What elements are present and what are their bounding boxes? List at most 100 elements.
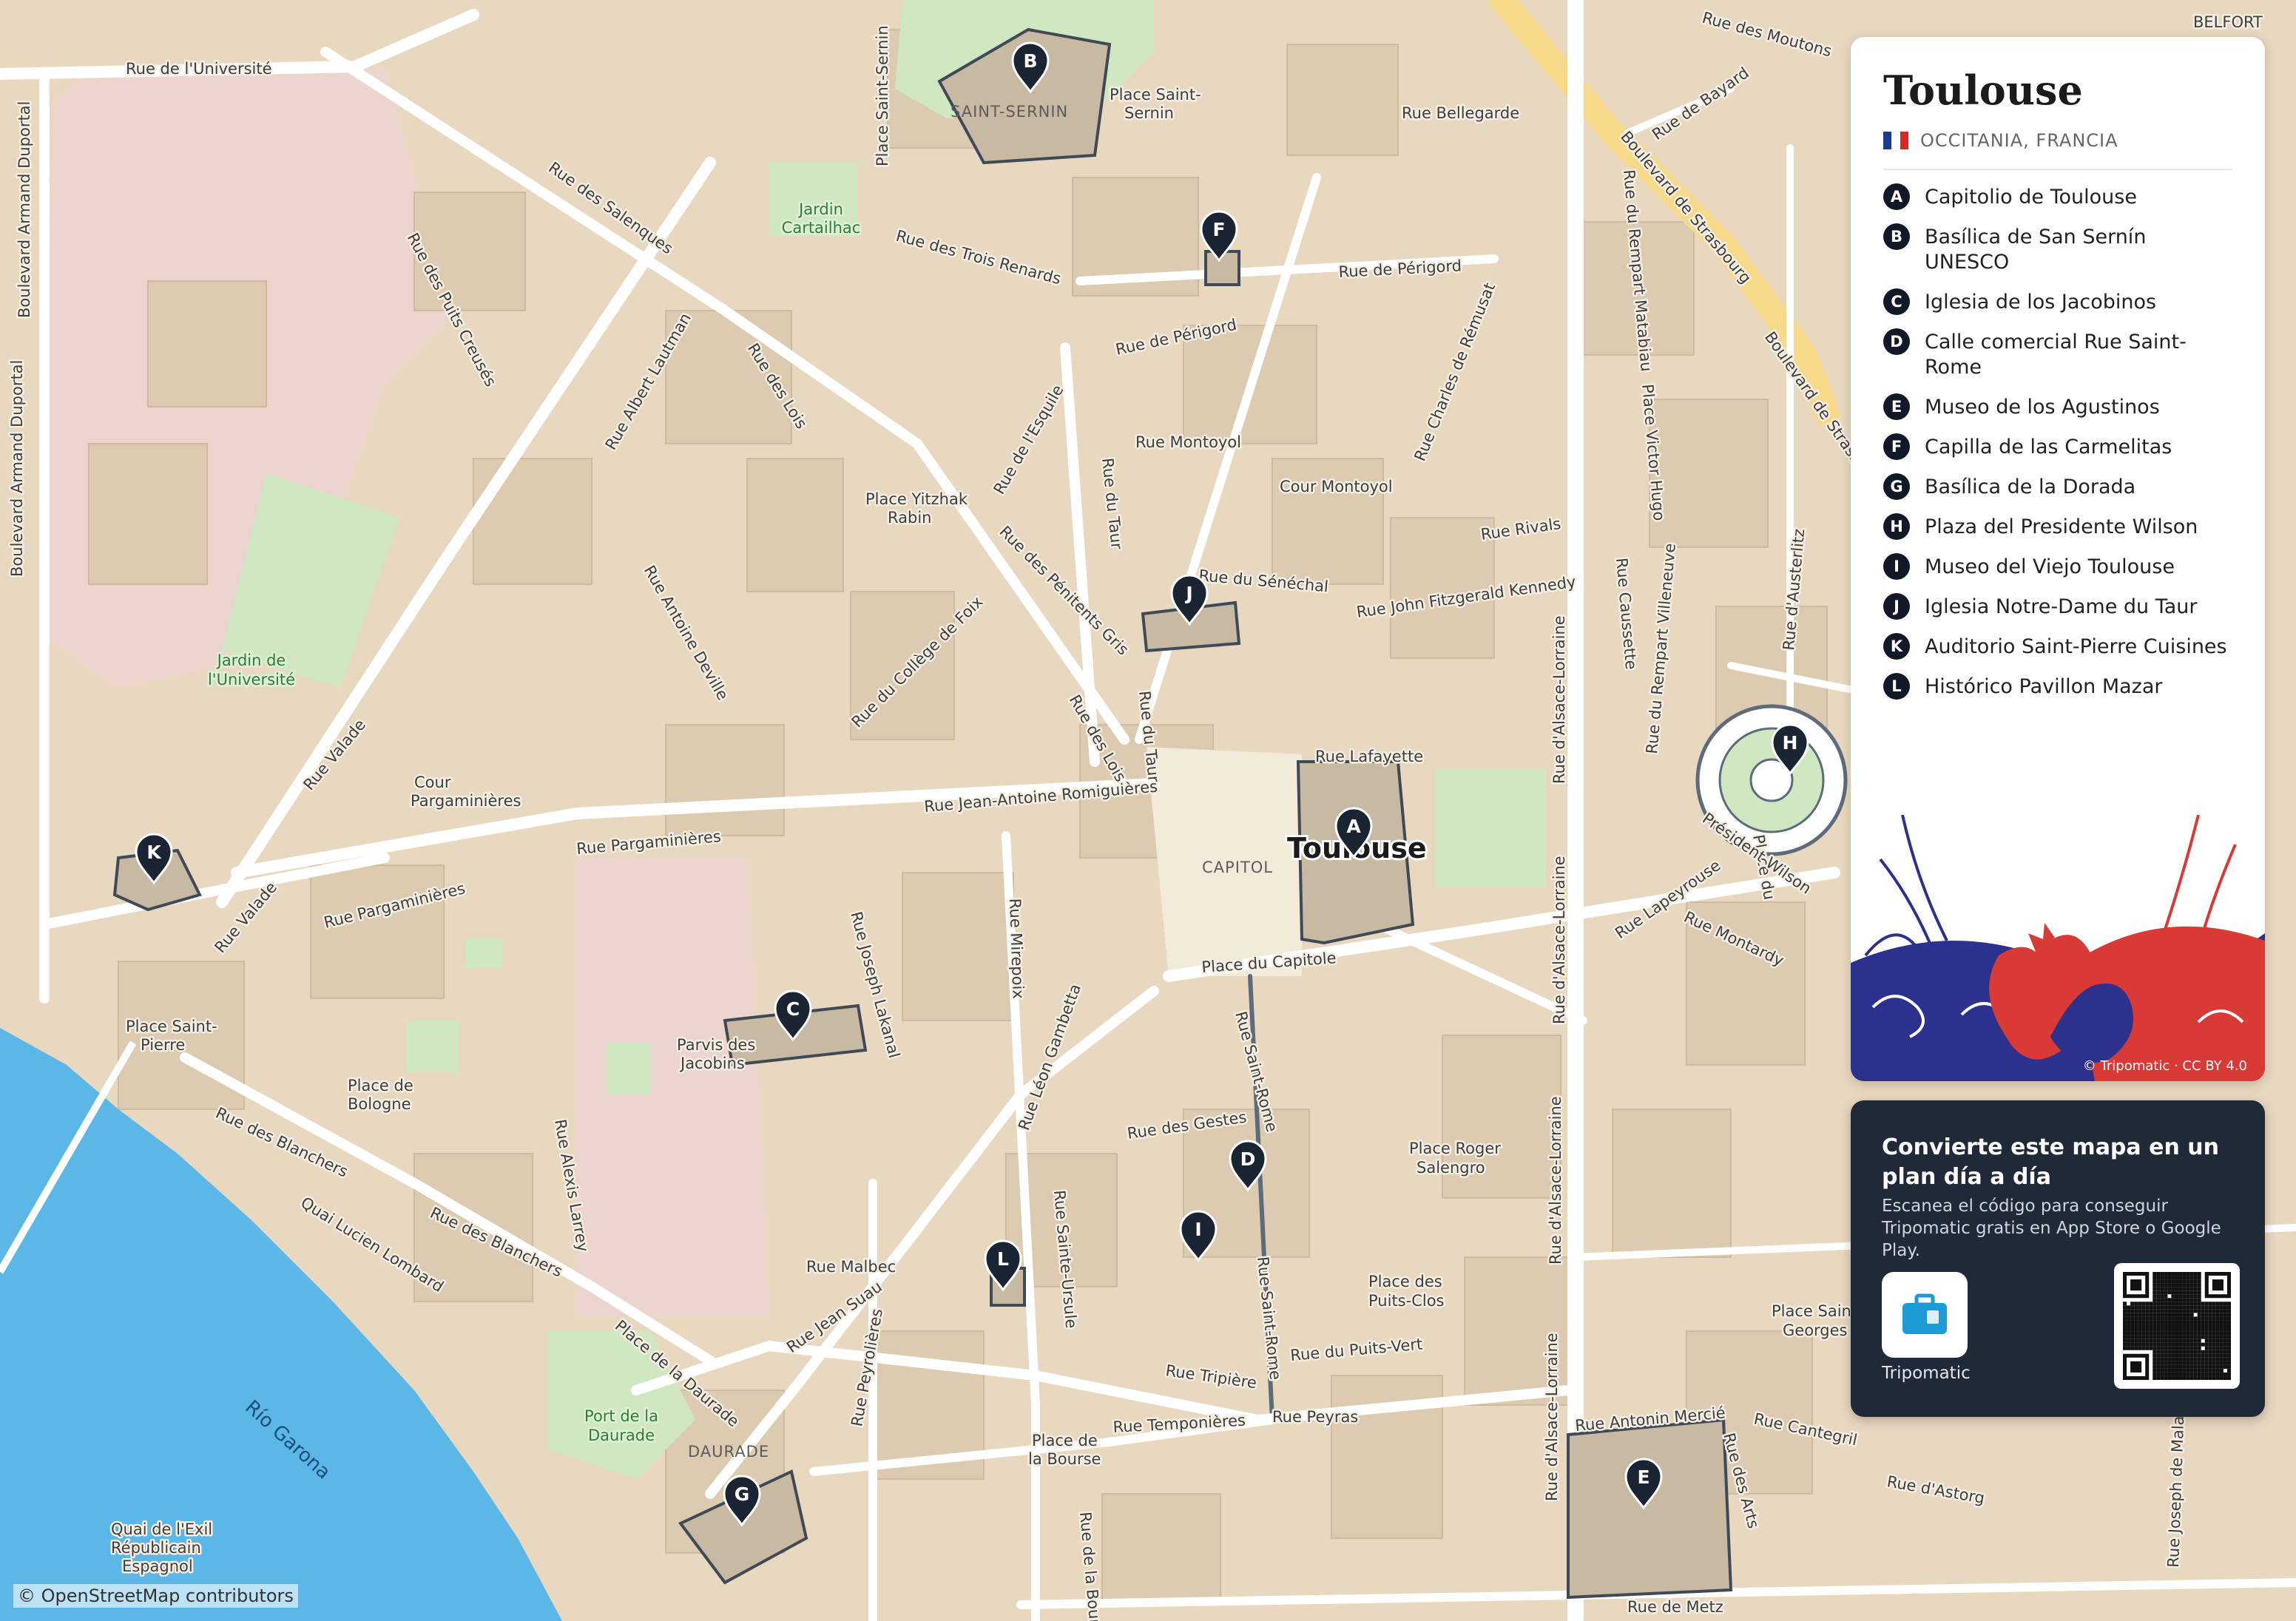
legend-label: Capitolio de Toulouse [1925,186,2137,209]
marker-letter: G [735,1483,750,1505]
marker-letter: C [786,998,800,1020]
svg-text:Daurade: Daurade [588,1427,655,1444]
promo-title: Convierte este mapa en un plan día a día [1882,1134,2219,1190]
legend-badge: C [1883,288,1910,315]
region-label: OCCITANIA, FRANCIA [1920,130,2118,151]
svg-text:Rue Lafayette: Rue Lafayette [1315,748,1423,765]
art-credit: © Tripomatic · CC BY 4.0 [2082,1058,2247,1074]
osm-attribution[interactable]: © OpenStreetMap contributors [13,1584,298,1608]
marker-letter: I [1195,1219,1201,1240]
svg-text:Port de la: Port de la [584,1407,658,1425]
legend-item-h[interactable]: H Plaza del Presidente Wilson [1883,513,2232,540]
legend-item-e[interactable]: E Museo de los Agustinos [1883,393,2232,420]
legend-item-l[interactable]: L Histórico Pavillon Mazar [1883,673,2232,700]
legend-badge: F [1883,433,1910,460]
legend-label: Museo de los Agustinos [1925,396,2160,419]
svg-text:Place Saint-: Place Saint- [1110,86,1201,104]
svg-text:Place Saint-: Place Saint- [126,1018,217,1035]
svg-text:Place des: Place des [1368,1273,1442,1290]
legend-item-d[interactable]: D Calle comercial Rue Saint-Rome [1883,328,2232,380]
svg-text:Rue d'Alsace-Lorraine: Rue d'Alsace-Lorraine [1547,1096,1564,1265]
svg-text:Rue Bellegarde: Rue Bellegarde [1402,104,1519,122]
svg-text:Place Roger: Place Roger [1409,1140,1501,1157]
svg-text:BELFORT: BELFORT [2193,13,2263,31]
svg-text:Cour Montoyol: Cour Montoyol [1280,478,1393,495]
legend-badge: B [1883,223,1910,250]
legend-badge: L [1883,673,1910,700]
svg-text:Républicain: Républicain [111,1539,201,1557]
svg-text:Salengro: Salengro [1417,1159,1485,1177]
legend-label: Capilla de las Carmelitas [1925,436,2172,458]
legend-badge: D [1883,328,1910,355]
legend-item-g[interactable]: G Basílica de la Dorada [1883,473,2232,500]
svg-text:Parvis des: Parvis des [677,1036,755,1054]
school-area [577,858,769,1316]
svg-text:Jacobins: Jacobins [679,1055,745,1072]
marker-letter: D [1240,1148,1256,1170]
tripomatic-app-icon[interactable] [1882,1272,1968,1358]
legend-badge: A [1883,183,1910,210]
marker-letter: J [1184,583,1192,604]
svg-text:Rabin: Rabin [888,509,931,527]
marker-letter: L [997,1248,1009,1270]
france-flag-icon [1883,132,1908,151]
legend-panel: Toulouse OCCITANIA, FRANCIA A Capitolio d… [1851,37,2265,1081]
svg-text:Rue d'Alsace-Lorraine: Rue d'Alsace-Lorraine [1550,856,1568,1024]
svg-text:Bologne: Bologne [348,1095,411,1113]
svg-text:Quai de l'Exil: Quai de l'Exil [111,1520,212,1538]
svg-text:Rue d'Alsace-Lorraine: Rue d'Alsace-Lorraine [1550,615,1568,784]
svg-text:Rue de Metz: Rue de Metz [1627,1598,1723,1616]
svg-text:Place de: Place de [1032,1432,1098,1449]
district-daurade: DAURADE [688,1443,769,1461]
marker-letter: E [1637,1466,1650,1488]
svg-text:Espagnol: Espagnol [122,1557,193,1575]
svg-text:Boulevard Armand Duportal: Boulevard Armand Duportal [8,360,26,577]
poi-legend-list: A Capitolio de Toulouse B Basílica de San S… [1883,183,2232,700]
legend-label: Museo del Viejo Toulouse [1925,555,2175,578]
svg-text:Cartailhac: Cartailhac [782,219,861,237]
svg-text:Cour: Cour [414,774,451,791]
legend-item-f[interactable]: F Capilla de las Carmelitas [1883,433,2232,460]
panel-city-title: Toulouse [1883,67,2083,114]
svg-text:Rue d'Alsace-Lorraine: Rue d'Alsace-Lorraine [1543,1333,1561,1501]
district-capitol: CAPITOL [1202,859,1273,876]
svg-text:Sernin: Sernin [1124,104,1174,122]
legend-item-a[interactable]: A Capitolio de Toulouse [1883,183,2232,210]
legend-badge: J [1883,593,1910,620]
svg-text:Pargaminières: Pargaminières [411,792,521,810]
app-name: Tripomatic [1882,1364,1971,1383]
svg-text:Rue de l'Université: Rue de l'Université [126,60,272,78]
svg-text:la Bourse: la Bourse [1028,1450,1101,1468]
qr-code-pattern [2123,1272,2231,1380]
legend-item-k[interactable]: K Auditorio Saint-Pierre Cuisines [1883,633,2232,660]
svg-text:Pierre: Pierre [141,1036,185,1054]
qr-code[interactable] [2114,1263,2240,1389]
legend-item-j[interactable]: J Iglesia Notre-Dame du Taur [1883,593,2232,620]
legend-item-b[interactable]: B Basílica de San Sernín UNESCO [1883,223,2232,275]
promo-card: Convierte este mapa en un plan día a día… [1851,1100,2265,1417]
svg-text:Rue Malbec: Rue Malbec [806,1258,896,1276]
rooster-illustration [1851,814,2265,1081]
svg-text:l'Université: l'Université [208,671,295,688]
legend-label: Plaza del Presidente Wilson [1925,515,2198,538]
legend-label: Auditorio Saint-Pierre Cuisines [1925,635,2227,658]
marker-letter: F [1212,219,1225,240]
legend-item-i[interactable]: I Museo del Viejo Toulouse [1883,553,2232,580]
legend-label: Iglesia de los Jacobinos [1925,291,2157,314]
svg-text:Place Saint-: Place Saint- [1772,1302,1863,1320]
svg-text:Place Saint-Sernin: Place Saint-Sernin [874,25,891,166]
legend-label: Calle comercial Rue Saint-Rome [1925,331,2187,379]
legend-badge: H [1883,513,1910,540]
svg-text:Rue Mirepoix: Rue Mirepoix [1006,898,1027,999]
promo-text: Escanea el código para conseguir Tripoma… [1882,1197,2221,1260]
legend-label: Histórico Pavillon Mazar [1925,675,2163,698]
svg-text:Rue Peyras: Rue Peyras [1272,1408,1358,1426]
marker-letter: H [1783,732,1798,754]
svg-text:Puits-Clos: Puits-Clos [1368,1292,1444,1310]
svg-text:Jardin de: Jardin de [216,652,286,669]
district-saint-sernin: SAINT-SERNIN [951,103,1068,121]
legend-item-c[interactable]: C Iglesia de los Jacobinos [1883,288,2232,315]
legend-badge: K [1883,633,1910,660]
svg-text:Jardin: Jardin [797,200,843,218]
legend-label: Basílica de San Sernín UNESCO [1925,226,2147,274]
